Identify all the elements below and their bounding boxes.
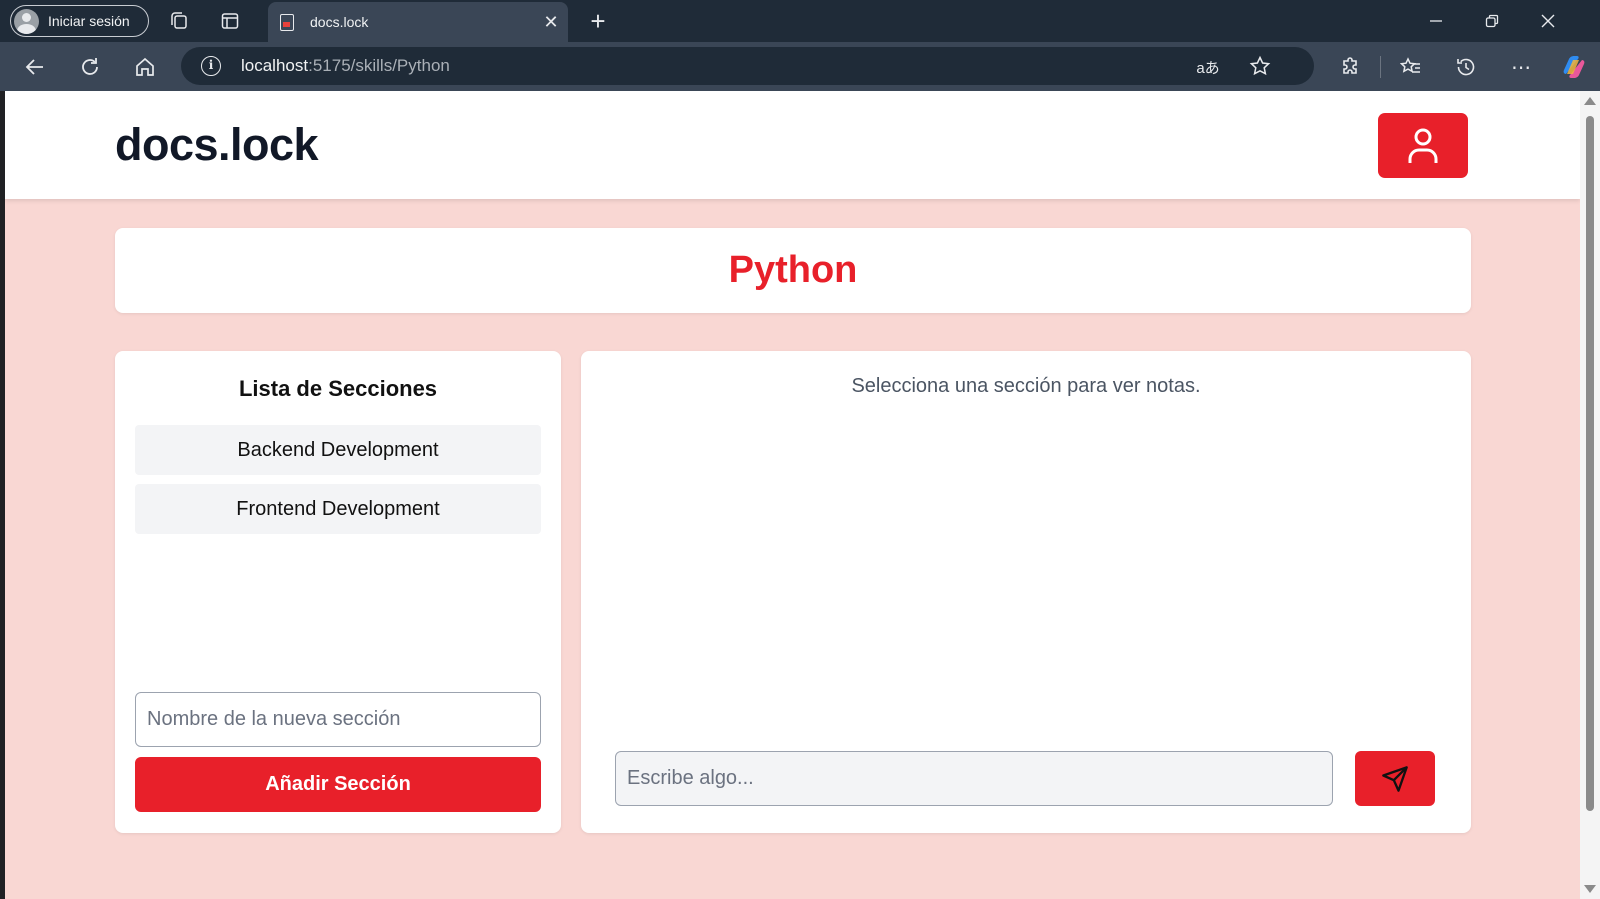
home-icon[interactable] bbox=[130, 52, 160, 82]
sections-panel: Lista de Secciones Backend Development F… bbox=[115, 351, 561, 833]
toolbar-divider bbox=[1380, 56, 1381, 78]
new-tab-plus-icon[interactable]: + bbox=[583, 6, 613, 36]
scrollbar-thumb[interactable] bbox=[1586, 116, 1594, 811]
address-bar[interactable]: i localhost:5175/skills/Python aあ bbox=[181, 47, 1314, 85]
translate-icon[interactable]: aあ bbox=[1195, 54, 1221, 80]
site-header: docs.lock bbox=[5, 91, 1580, 199]
close-window-icon[interactable] bbox=[1520, 0, 1576, 42]
copilot-icon[interactable] bbox=[1560, 53, 1588, 81]
favorite-star-icon[interactable] bbox=[1247, 53, 1273, 79]
scroll-up-arrow-icon[interactable] bbox=[1584, 97, 1596, 105]
notes-panel: Selecciona una sección para ver notas. bbox=[581, 351, 1471, 833]
reload-icon[interactable] bbox=[75, 52, 105, 82]
more-options-icon[interactable]: ⋯ bbox=[1506, 52, 1536, 82]
minimize-icon[interactable] bbox=[1408, 0, 1464, 42]
site-logo[interactable]: docs.lock bbox=[115, 119, 319, 171]
back-arrow-icon[interactable] bbox=[20, 52, 50, 82]
section-item-backend[interactable]: Backend Development bbox=[135, 425, 541, 475]
url-text[interactable]: localhost:5175/skills/Python bbox=[241, 56, 450, 76]
page-scrollbar[interactable] bbox=[1580, 91, 1600, 899]
send-icon bbox=[1382, 765, 1408, 792]
empty-notes-message: Selecciona una sección para ver notas. bbox=[851, 375, 1201, 397]
history-icon[interactable] bbox=[1451, 52, 1481, 82]
browser-tab-strip: Iniciar sesión docs.lock ✕ + bbox=[0, 0, 1600, 42]
extensions-puzzle-icon[interactable] bbox=[1336, 52, 1366, 82]
profile-label: Iniciar sesión bbox=[48, 13, 130, 29]
browser-toolbar: i localhost:5175/skills/Python aあ ⋯ bbox=[0, 42, 1600, 91]
profile-avatar-icon bbox=[14, 8, 39, 34]
send-button[interactable] bbox=[1355, 751, 1435, 806]
scroll-down-arrow-icon[interactable] bbox=[1584, 885, 1596, 893]
page-viewport: docs.lock Python Lista de Secciones Back… bbox=[5, 91, 1580, 899]
section-item-frontend[interactable]: Frontend Development bbox=[135, 484, 541, 534]
new-section-input[interactable] bbox=[135, 692, 541, 747]
add-section-button[interactable]: Añadir Sección bbox=[135, 757, 541, 812]
sections-heading: Lista de Secciones bbox=[238, 376, 438, 401]
user-icon bbox=[1408, 128, 1438, 163]
workspaces-icon[interactable] bbox=[165, 7, 193, 35]
profile-button[interactable]: Iniciar sesión bbox=[10, 5, 149, 37]
tab-title: docs.lock bbox=[310, 14, 369, 30]
page-favicon-icon bbox=[280, 13, 294, 31]
url-host: localhost bbox=[241, 56, 309, 75]
tab-docs-lock[interactable]: docs.lock ✕ bbox=[268, 2, 568, 42]
url-path: :5175/skills/Python bbox=[308, 56, 450, 75]
note-input[interactable] bbox=[615, 751, 1333, 806]
favorites-list-icon[interactable] bbox=[1396, 52, 1426, 82]
vertical-tabs-icon[interactable] bbox=[216, 7, 244, 35]
skill-title: Python bbox=[728, 249, 858, 291]
site-info-icon[interactable]: i bbox=[201, 56, 221, 76]
restore-icon[interactable] bbox=[1464, 0, 1520, 42]
user-profile-button[interactable] bbox=[1378, 113, 1468, 178]
skill-title-card: Python bbox=[115, 228, 1471, 313]
close-tab-icon[interactable]: ✕ bbox=[534, 12, 568, 33]
